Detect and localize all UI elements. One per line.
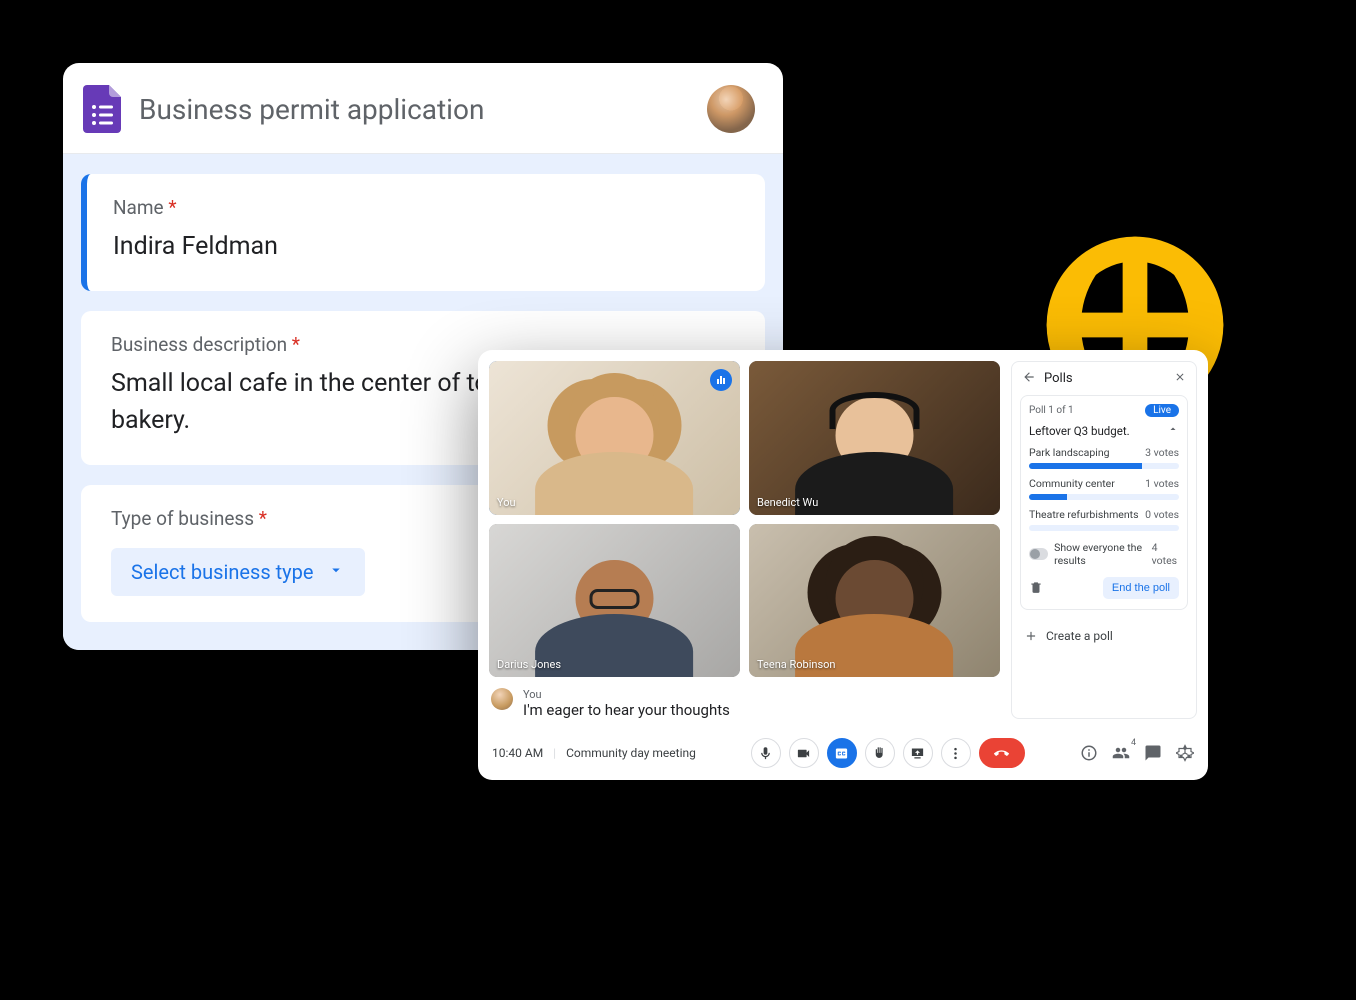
close-icon[interactable] <box>1174 371 1186 386</box>
meet-toolbar: 10:40 AM | Community day meeting 4 <box>478 730 1208 780</box>
required-asterisk: * <box>168 196 176 219</box>
select-label: Select business type <box>131 560 313 584</box>
total-votes: 4 votes <box>1152 541 1179 567</box>
google-forms-icon <box>83 85 121 133</box>
caption-avatar <box>491 688 513 710</box>
form-title: Business permit application <box>139 93 484 126</box>
form-header: Business permit application <box>63 63 783 154</box>
chat-icon[interactable] <box>1144 744 1162 762</box>
video-tile-benedict[interactable]: Benedict Wu <box>749 361 1000 515</box>
more-options-button[interactable] <box>941 738 971 768</box>
poll-question: Leftover Q3 budget. <box>1029 424 1130 438</box>
poll-option-1[interactable]: Park landscaping 3 votes <box>1029 446 1179 469</box>
option-bar-fill <box>1029 494 1067 500</box>
polls-panel: Polls Poll 1 of 1 Live Leftover Q3 budge… <box>1011 361 1197 719</box>
q-name-label: Name <box>113 196 164 219</box>
polls-title: Polls <box>1044 371 1073 386</box>
info-icon[interactable] <box>1080 744 1098 762</box>
required-asterisk: * <box>292 333 300 356</box>
live-badge: Live <box>1145 404 1179 417</box>
create-poll-button[interactable]: Create a poll <box>1012 618 1196 653</box>
people-button[interactable]: 4 <box>1112 744 1130 762</box>
video-tile-darius[interactable]: Darius Jones <box>489 524 740 678</box>
poll-indicator-icon <box>710 369 732 391</box>
raise-hand-button[interactable] <box>865 738 895 768</box>
option-votes: 1 votes <box>1145 477 1179 490</box>
caption-speaker: You <box>523 688 730 701</box>
camera-button[interactable] <box>789 738 819 768</box>
poll-counter: Poll 1 of 1 <box>1029 405 1074 416</box>
video-tile-teena[interactable]: Teena Robinson <box>749 524 1000 678</box>
poll-option-3[interactable]: Theatre refurbishments 0 votes <box>1029 508 1179 531</box>
video-area: You Benedict Wu Darius Jones Teena Robin… <box>489 361 1000 719</box>
show-results-label: Show everyone the results <box>1054 541 1151 567</box>
q-type-label: Type of business <box>111 507 254 530</box>
option-votes: 3 votes <box>1145 446 1179 459</box>
video-tile-you[interactable]: You <box>489 361 740 515</box>
people-count: 4 <box>1129 738 1138 748</box>
q-name-value[interactable]: Indira Feldman <box>113 229 735 265</box>
poll-option-2[interactable]: Community center 1 votes <box>1029 477 1179 500</box>
meet-window: You Benedict Wu Darius Jones Teena Robin… <box>478 350 1208 780</box>
mic-button[interactable] <box>751 738 781 768</box>
chevron-down-icon <box>327 560 345 584</box>
business-type-select[interactable]: Select business type <box>111 548 365 596</box>
back-arrow-icon[interactable] <box>1022 370 1036 387</box>
caption-row: You I'm eager to hear your thoughts <box>489 686 1000 719</box>
option-label: Community center <box>1029 477 1115 490</box>
tile-name: Darius Jones <box>497 658 561 671</box>
end-poll-button[interactable]: End the poll <box>1103 577 1179 599</box>
present-button[interactable] <box>903 738 933 768</box>
meeting-time: 10:40 AM <box>492 746 543 760</box>
option-votes: 0 votes <box>1145 508 1179 521</box>
option-label: Park landscaping <box>1029 446 1110 459</box>
option-label: Theatre refurbishments <box>1029 508 1139 521</box>
tile-name: Benedict Wu <box>757 496 818 509</box>
activities-icon[interactable] <box>1176 744 1194 762</box>
delete-poll-icon[interactable] <box>1029 580 1043 597</box>
option-bar-fill <box>1029 463 1142 469</box>
chevron-up-icon[interactable] <box>1167 423 1179 438</box>
create-poll-label: Create a poll <box>1046 629 1113 643</box>
leave-call-button[interactable] <box>979 738 1025 768</box>
caption-line: I'm eager to hear your thoughts <box>523 701 730 719</box>
separator: | <box>553 746 556 760</box>
show-results-toggle[interactable] <box>1029 548 1048 560</box>
question-name: Name * Indira Feldman <box>81 174 765 291</box>
poll-card: Poll 1 of 1 Live Leftover Q3 budget. Par… <box>1020 395 1188 610</box>
avatar[interactable] <box>707 85 755 133</box>
tile-name: Teena Robinson <box>757 658 836 671</box>
q-desc-label: Business description <box>111 333 287 356</box>
required-asterisk: * <box>259 507 267 530</box>
captions-button[interactable] <box>827 738 857 768</box>
tile-name: You <box>497 496 516 509</box>
meeting-name: Community day meeting <box>566 746 696 760</box>
